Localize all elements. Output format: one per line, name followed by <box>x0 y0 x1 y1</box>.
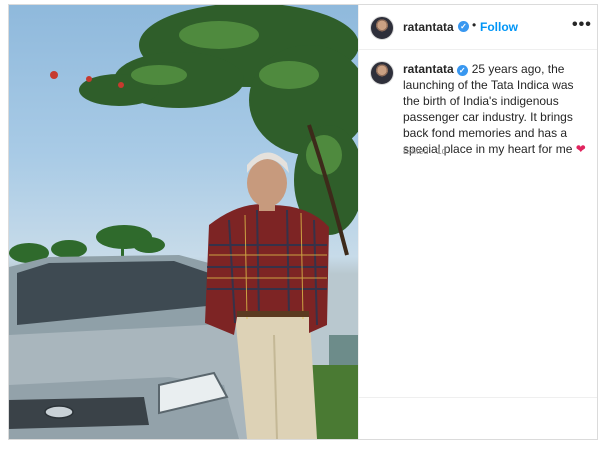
verified-badge-icon: ✓ <box>458 21 469 32</box>
photo-illustration <box>9 5 358 439</box>
post-header: ratantata ✓ • Follow ••• <box>359 5 597 50</box>
edited-label: Edited <box>403 146 429 156</box>
post-photo[interactable] <box>9 5 358 439</box>
more-options-icon[interactable]: ••• <box>572 16 592 34</box>
caption-body: ratantata ✓ 25 years ago, the launching of… <box>403 61 589 157</box>
caption-text: 25 years ago, the launching of the Tata … <box>403 62 574 156</box>
red-heart-icon: ❤ <box>575 142 586 156</box>
caption-avatar[interactable] <box>370 61 394 85</box>
post-age[interactable]: 1d <box>437 146 447 156</box>
header-separator: • <box>472 18 477 32</box>
comment-divider <box>359 397 597 398</box>
verified-badge-icon: ✓ <box>456 65 468 76</box>
post-side-panel: ratantata ✓ • Follow ••• ratantata ✓ 25 ye… <box>358 5 597 439</box>
profile-avatar[interactable] <box>370 16 394 40</box>
follow-button[interactable]: Follow <box>480 20 518 34</box>
caption-username[interactable]: ratantata <box>403 62 454 76</box>
post-meta: Edited · 1d <box>403 146 447 156</box>
meta-separator: · <box>431 146 435 156</box>
post-modal: ratantata ✓ • Follow ••• ratantata ✓ 25 ye… <box>8 4 598 440</box>
profile-username[interactable]: ratantata <box>403 20 454 34</box>
